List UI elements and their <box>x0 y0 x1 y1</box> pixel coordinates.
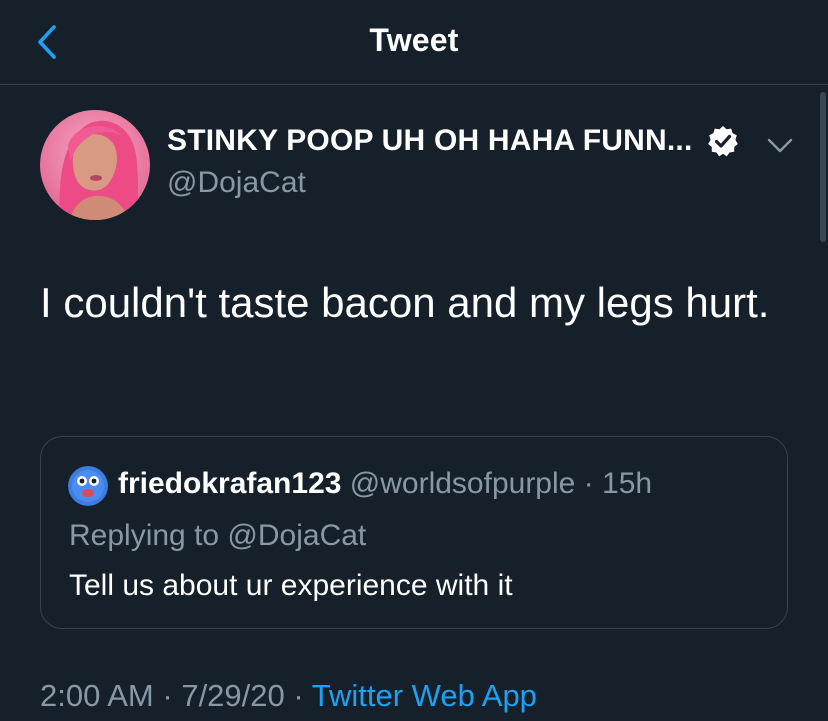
page-title: Tweet <box>369 22 459 58</box>
replying-to-text: Replying to @DojaCat <box>69 519 367 552</box>
author-name-row[interactable]: STINKY POOP UH OH HAHA FUNN... <box>167 124 739 158</box>
author-name[interactable]: STINKY POOP UH OH HAHA FUNN... <box>167 124 693 158</box>
separator-dot: · <box>293 678 304 713</box>
author-avatar[interactable] <box>40 110 150 220</box>
avatar-image <box>40 110 150 220</box>
quoted-tweet-header: friedokrafan123 @worldsofpurple · 15h <box>118 467 652 501</box>
tweet-date: 7/29/20 <box>181 678 285 713</box>
quoted-tweet-time: 15h <box>602 467 653 500</box>
tweet-detail-screen: Tweet STINKY POOP UH OH HAHA FUNN... @Do… <box>0 0 828 721</box>
tweet-time: 2:00 AM <box>40 678 154 713</box>
quoted-author-name[interactable]: friedokrafan123 <box>118 467 341 500</box>
verified-badge-icon <box>707 125 739 157</box>
author-handle[interactable]: @DojaCat <box>167 166 306 200</box>
separator-dot: · <box>583 467 594 500</box>
quoted-author-avatar[interactable] <box>68 466 108 506</box>
chevron-down-icon[interactable] <box>765 134 795 158</box>
scrollbar-thumb[interactable] <box>820 92 826 242</box>
tweet-source-link[interactable]: Twitter Web App <box>312 678 537 713</box>
top-nav-bar: Tweet <box>0 0 828 85</box>
tweet-meta: 2:00 AM · 7/29/20 · Twitter Web App <box>40 678 537 714</box>
separator-dot: · <box>162 678 173 713</box>
tweet-text: I couldn't taste bacon and my legs hurt. <box>40 279 770 326</box>
quoted-tweet-card[interactable]: friedokrafan123 @worldsofpurple · 15h Re… <box>40 436 788 629</box>
quoted-tweet-text: Tell us about ur experience with it <box>69 569 513 602</box>
quoted-author-handle[interactable]: @worldsofpurple <box>350 467 576 500</box>
quoted-avatar-image <box>68 466 108 506</box>
